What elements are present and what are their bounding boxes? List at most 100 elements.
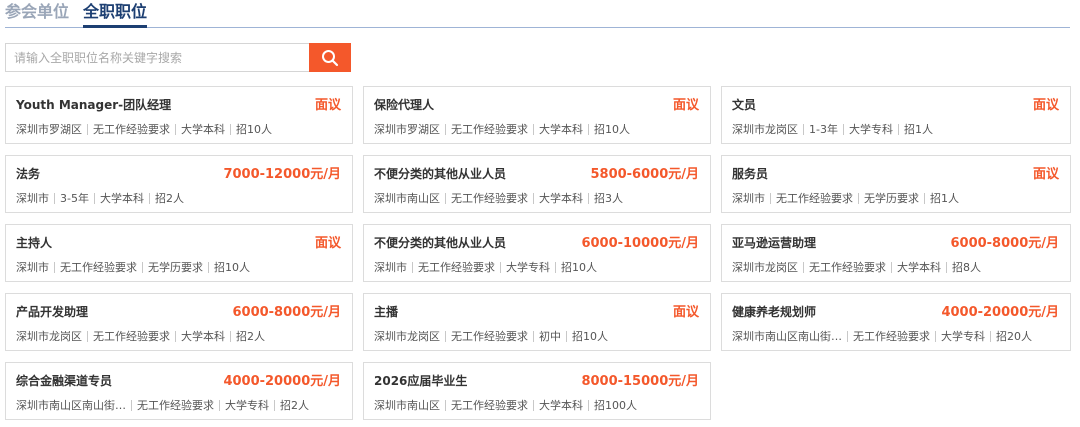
divider [935,330,936,342]
job-headcount: 招8人 [952,261,981,274]
job-meta: 深圳市南山区南山街道... 无工作经验要求 大学专科 招2人 [16,397,309,413]
job-experience: 无工作经验要求 [853,330,930,343]
job-card[interactable]: 健康养老规划师 4000-20000元/月 深圳市南山区南山街道... 无工作经验要求… [721,293,1071,351]
job-education: 大学本科 [181,330,225,343]
job-title[interactable]: 综合金融渠道专员 [16,372,112,389]
divider [93,192,95,204]
search-button[interactable] [309,43,351,72]
job-meta: 深圳市龙岗区 无工作经验要求 大学本科 招2人 [16,328,265,344]
divider [412,261,413,273]
job-location: 深圳市龙岗区 [374,330,440,343]
job-education: 无学历要求 [148,261,203,274]
job-card[interactable]: 法务 7000-12000元/月 深圳市 3-5年 大学本科 招2人 [5,155,353,213]
divider [847,330,848,342]
job-title[interactable]: 不便分类的其他从业人员 [374,165,506,182]
job-location: 深圳市罗湖区 [374,123,440,136]
job-title[interactable]: 主播 [374,303,398,320]
job-location: 深圳市 [16,261,49,274]
job-location: 深圳市南山区 [374,192,440,205]
job-title[interactable]: 文员 [732,96,756,113]
divider [842,123,844,135]
job-experience: 无工作经验要求 [451,399,528,412]
job-card[interactable]: 亚马逊运营助理 6000-8000元/月 深圳市龙岗区 无工作经验要求 大学本科 招8人 [721,224,1071,282]
job-education: 初中 [539,330,561,343]
divider [445,399,446,411]
job-education: 无学历要求 [864,192,919,205]
divider [533,330,534,342]
job-card[interactable]: 2026应届毕业生 8000-15000元/月 深圳市南山区 无工作经验要求 大学本科招… [363,362,711,420]
job-experience: 无工作经验要求 [776,192,853,205]
job-salary: 面议 [1032,98,1059,113]
job-education: 大学本科 [539,192,583,205]
job-title[interactable]: 亚马逊运营助理 [732,234,816,251]
job-card[interactable]: 文员 面议深圳市龙岗区 1-3年 大学专科 招1人 [721,86,1071,144]
job-experience: 无工作经验要求 [93,330,170,343]
divider [208,261,209,273]
tab-exhibitors[interactable]: 参会单位 [5,1,69,28]
job-card[interactable]: 综合金融渠道专员 4000-20000元/月深圳市南山区南山街道... 无工作经验要… [5,362,353,420]
job-experience: 3-5年 [60,192,89,205]
divider [533,399,534,411]
job-meta: 深圳市 无工作经验要求 大学专科 招10人 [374,259,597,275]
job-meta: 深圳市龙岗区 无工作经验要求 初中 招10人 [374,328,608,344]
job-headcount: 招2人 [236,330,265,343]
job-card[interactable]: 不便分类的其他从业人员 6000-10000元/月深圳市 无工作经验要求 大学专科 招1… [363,224,711,282]
job-headcount: 招2人 [154,192,184,205]
divider [445,330,446,342]
job-title[interactable]: 产品开发助理 [16,303,88,320]
job-headcount: 招1人 [903,123,933,136]
divider [897,123,899,135]
job-headcount: 招20人 [996,330,1032,343]
divider [54,192,55,204]
job-headcount: 招2人 [280,399,309,412]
job-title[interactable]: 服务员 [732,165,768,182]
job-card[interactable]: 主持人 面议 深圳市 无工作经验要求 无学历要求 招10人 [5,224,353,282]
job-card[interactable]: 服务员 面议 深圳市 无工作经验要求 无学历要求 招1人 [721,155,1071,213]
divider [148,192,150,204]
job-education: 大学本科 [897,261,941,274]
divider [946,261,947,273]
divider [770,192,771,204]
job-salary: 6000-10000元/月 [581,236,699,251]
job-salary: 4000-20000元/月 [941,305,1059,320]
divider [588,123,589,135]
job-meta: 深圳市南山区 无工作经验要求 大学本科 招100人 [374,397,637,413]
job-headcount: 招1人 [930,192,959,205]
job-meta: 深圳市龙岗区 1-3年 大学专科 招1人 [732,121,933,137]
job-title[interactable]: 保险代理人 [374,96,434,113]
job-card[interactable]: 主播 面议 深圳市龙岗区 无工作经验要求 初中 招10人 [363,293,711,351]
divider [230,123,231,135]
job-title[interactable]: Youth Manager-团队经理 [16,96,171,113]
divider [142,261,143,273]
job-location: 深圳市 [16,192,49,205]
job-meta: 深圳市 无工作经验要求 无学历要求 招10人 [16,259,250,275]
job-card[interactable]: 保险代理人 面议 深圳市罗湖区 无工作经验要求 大学本科 招10人 [363,86,711,144]
job-location: 深圳市龙岗区 [16,330,82,343]
job-title[interactable]: 健康养老规划师 [732,303,816,320]
job-title[interactable]: 2026应届毕业生 [374,372,467,389]
divider [803,123,804,135]
tab-fulltime-jobs[interactable]: 全职职位 [83,1,148,28]
job-headcount: 招3人 [594,192,623,205]
job-salary: 4000-20000元/月 [223,374,341,389]
job-title[interactable]: 不便分类的其他从业人员 [374,234,506,251]
job-experience: 无工作经验要求 [418,261,495,274]
job-experience: 无工作经验要求 [93,123,170,136]
job-experience: 无工作经验要求 [809,261,886,274]
tab-bar: 参会单位 全职职位 [5,0,1070,28]
job-education: 大学本科 [539,123,583,136]
job-card[interactable]: 不便分类的其他从业人员 5800-6000元/月 深圳市南山区 无工作经验要求 大学本科… [363,155,711,213]
divider [87,123,88,135]
job-headcount: 招10人 [594,123,630,136]
job-card[interactable]: Youth Manager-团队经理 面议深圳市罗湖区 无工作经验要求 大学本科 招10… [5,86,353,144]
divider [54,261,55,273]
job-title[interactable]: 主持人 [16,234,52,251]
job-headcount: 招10人 [236,123,272,136]
job-meta: 深圳市罗湖区 无工作经验要求 大学本科 招10人 [16,121,272,137]
job-card[interactable]: 产品开发助理 6000-8000元/月 深圳市龙岗区 无工作经验要求 大学本科 招2人 [5,293,353,351]
divider [87,330,88,342]
job-title[interactable]: 法务 [16,165,40,182]
job-salary: 面议 [314,98,341,113]
divider [588,192,589,204]
search-input[interactable] [5,43,309,72]
